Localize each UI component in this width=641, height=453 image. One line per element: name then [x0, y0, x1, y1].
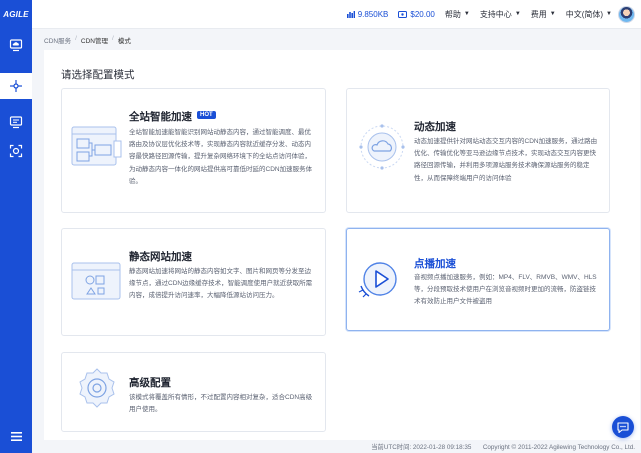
chart-icon	[346, 10, 355, 18]
network-icon	[10, 80, 22, 92]
help-menu[interactable]: 帮助 ▼	[445, 9, 470, 20]
card-description: 静态网站加速将网站的静态内容如文字、图片和网页等分发至边缘节点，通过CDN边缘缓…	[129, 268, 313, 300]
language-label: 中文(简体)	[565, 9, 604, 19]
sidebar-item-security[interactable]	[0, 138, 32, 164]
mode-card-dynamic[interactable]: 动态加速 动态加速提供针对网站动态交互内容的CDN加速服务，通过路由优化、传输优…	[346, 88, 610, 213]
support-menu[interactable]: 支持中心 ▼	[480, 9, 521, 20]
page-title: 请选择配置模式	[61, 69, 135, 81]
dynamic-acceleration-icon	[359, 124, 405, 170]
utc-time: 当前UTC时间: 2022-01-28 09:18:35	[371, 444, 472, 451]
card-title: 全站智能加速	[129, 111, 192, 123]
language-menu[interactable]: 中文(简体) ▼	[566, 9, 612, 20]
copyright: Copyright © 2011-2022 Agilewing Technolo…	[482, 444, 635, 451]
card-description: 全站智能加速能智能识别网站动静态内容，通过智能调度、最优路由及协议层优化技术等，…	[129, 129, 313, 185]
sidebar-item-cloud[interactable]	[0, 32, 32, 58]
top-bar: 9.850KB $20.00 帮助 ▼ 支持中心 ▼ 费用 ▼ 中文(简体) ▼	[32, 0, 641, 29]
sidebar-item-cdn[interactable]	[0, 73, 32, 99]
breadcrumb-separator: /	[112, 35, 114, 42]
breadcrumb-mode: 模式	[117, 38, 131, 45]
mode-card-full-site[interactable]: 全站智能加速 HOT 全站智能加速能智能识别网站动静态内容，通过智能调度、最优路…	[61, 88, 326, 213]
caret-down-icon: ▼	[463, 11, 470, 17]
support-label: 支持中心	[479, 9, 512, 19]
card-description: 该模式将覆盖所有情形，不过配置内容相对复杂，适合CDN高级用户使用。	[129, 394, 313, 414]
static-acceleration-icon	[71, 262, 121, 300]
mode-card-advanced[interactable]: 高级配置 该模式将覆盖所有情形，不过配置内容相对复杂，适合CDN高级用户使用。	[61, 352, 326, 432]
card-description: 音视频点播加速服务，例如：MP4、FLV、RMVB、WMV、HLS 等，分段预取…	[414, 274, 597, 306]
main-panel: 请选择配置模式 全站智能加速 HOT 全站智能加速能智能识别网站动静态内容，通过…	[44, 50, 640, 440]
scan-icon	[9, 144, 23, 158]
traffic-value: 9.850KB	[357, 9, 389, 19]
card-title: 静态网站加速	[129, 251, 192, 263]
caret-down-icon: ▼	[514, 11, 521, 17]
sidebar-item-server[interactable]	[0, 109, 32, 135]
avatar[interactable]	[618, 5, 635, 23]
card-description: 动态加速提供针对网站动态交互内容的CDN加速服务，通过路由优化、传输优化等亚马逊…	[414, 138, 598, 182]
billing-label: 费用	[530, 9, 547, 19]
breadcrumb-cdn-management[interactable]: CDN管理	[81, 35, 108, 45]
card-title: 动态加速	[414, 121, 456, 133]
card-title: 高级配置	[129, 377, 171, 389]
caret-down-icon: ▼	[549, 11, 556, 17]
mode-card-vod[interactable]: 点播加速 音视频点播加速服务，例如：MP4、FLV、RMVB、WMV、HLS 等…	[346, 228, 610, 331]
menu-toggle-button[interactable]	[0, 425, 32, 447]
help-label: 帮助	[444, 9, 461, 19]
wallet-icon	[398, 10, 408, 18]
menu-icon	[10, 431, 22, 441]
play-video-icon	[358, 262, 397, 298]
chat-icon	[617, 421, 629, 433]
monitor-icon	[9, 116, 23, 129]
hot-badge: HOT	[197, 111, 216, 119]
full-site-acceleration-icon	[71, 126, 122, 166]
monitor-cloud-icon	[9, 39, 23, 52]
breadcrumb: CDN服务 / CDN管理 / 模式	[44, 35, 131, 45]
billing-menu[interactable]: 费用 ▼	[531, 9, 556, 20]
balance-value: $20.00	[410, 9, 435, 19]
settings-gear-icon	[79, 368, 115, 408]
chat-button[interactable]	[612, 416, 634, 438]
logo: AGILE	[3, 9, 29, 19]
balance-indicator[interactable]: $20.00	[398, 9, 435, 19]
caret-down-icon: ▼	[606, 11, 612, 17]
footer: 当前UTC时间: 2022-01-28 09:18:35 Copyright ©…	[371, 442, 635, 451]
traffic-indicator[interactable]: 9.850KB	[346, 9, 389, 19]
card-title: 点播加速	[414, 258, 456, 270]
sidebar: AGILE	[0, 0, 32, 453]
mode-card-static[interactable]: 静态网站加速 静态网站加速将网站的静态内容如文字、图片和网页等分发至边缘节点，通…	[61, 228, 326, 336]
breadcrumb-separator: /	[75, 35, 77, 42]
breadcrumb-cdn-service[interactable]: CDN服务	[44, 35, 71, 45]
